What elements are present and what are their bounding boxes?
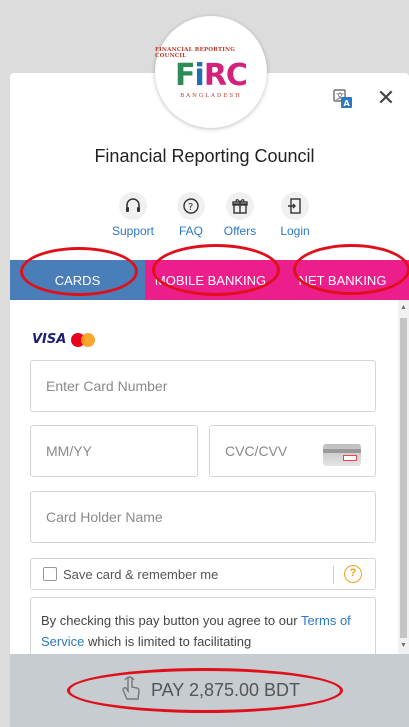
cvc-field[interactable]	[209, 425, 376, 477]
support-label: Support	[111, 224, 155, 238]
visa-logo: VISA	[32, 332, 67, 347]
question-icon: ?	[177, 192, 205, 220]
tab-net-banking[interactable]: NET BANKING	[276, 260, 409, 300]
payment-method-tabs: CARDS MOBILE BANKING NET BANKING	[10, 260, 409, 300]
svg-text:A: A	[344, 99, 351, 108]
mastercard-logo	[71, 332, 96, 347]
card-holder-field[interactable]	[30, 491, 376, 543]
pay-amount-label: PAY 2,875.00 BDT	[150, 680, 301, 700]
merchant-name: Financial Reporting Council	[94, 146, 315, 166]
close-icon[interactable]: ✕	[374, 86, 398, 110]
divider	[333, 566, 334, 584]
scroll-up-icon[interactable]: ▲	[398, 302, 409, 314]
merchant-logo: FINANCIAL REPORTING COUNCIL FiRC BANGLAD…	[155, 16, 267, 128]
scroll-thumb[interactable]	[400, 318, 407, 638]
logo-bottom-text: BANGLADESH	[180, 93, 242, 99]
expiry-input[interactable]	[31, 426, 197, 476]
login-icon	[281, 192, 309, 220]
terms-prefix: By checking this pay button you agree to…	[41, 613, 298, 628]
card-payment-form: VISA Save card & remember me ? By checki…	[10, 300, 398, 654]
tap-hand-icon	[119, 675, 141, 706]
faq-button[interactable]: ? FAQ	[166, 192, 216, 238]
save-card-label[interactable]: Save card & remember me	[63, 567, 218, 582]
accepted-cards: VISA	[32, 332, 96, 347]
terms-suffix: which is limited to facilitating	[87, 634, 252, 649]
scroll-down-icon[interactable]: ▼	[398, 640, 409, 652]
gift-icon	[226, 192, 254, 220]
card-number-input[interactable]	[31, 361, 375, 411]
card-number-field[interactable]	[30, 360, 376, 412]
headset-icon	[119, 192, 147, 220]
offers-button[interactable]: Offers	[215, 192, 265, 238]
logo-wordmark: FiRC	[175, 58, 248, 93]
form-scrollbar[interactable]: ▲ ▼	[398, 300, 409, 654]
tab-mobile-banking[interactable]: MOBILE BANKING	[145, 260, 276, 300]
svg-text:?: ?	[188, 202, 193, 213]
support-button[interactable]: Support	[108, 192, 158, 238]
help-icon[interactable]: ?	[344, 565, 362, 583]
save-card-checkbox[interactable]	[43, 567, 57, 581]
offers-label: Offers	[223, 224, 257, 238]
save-card-row: Save card & remember me ?	[30, 558, 376, 590]
terms-notice: By checking this pay button you agree to…	[30, 597, 376, 654]
tab-cards[interactable]: CARDS	[10, 260, 145, 300]
login-label: Login	[280, 224, 310, 238]
expiry-field[interactable]	[30, 425, 198, 477]
card-back-icon	[323, 444, 361, 466]
faq-label: FAQ	[178, 224, 203, 238]
card-holder-input[interactable]	[31, 492, 375, 542]
translate-icon[interactable]: 文 A	[333, 89, 353, 109]
pay-button[interactable]: PAY 2,875.00 BDT	[10, 654, 409, 727]
login-button[interactable]: Login	[270, 192, 320, 238]
